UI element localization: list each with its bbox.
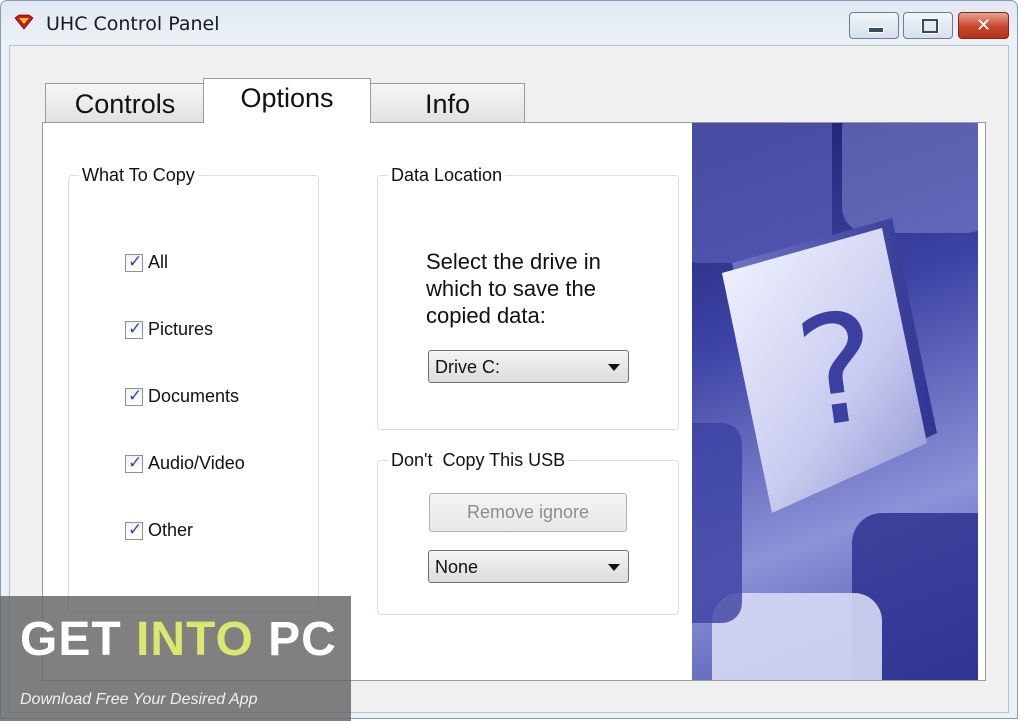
checkbox-documents-label[interactable]: Documents	[148, 386, 239, 407]
superman-shield-icon	[14, 14, 34, 30]
checkbox-documents-box[interactable]: ✓	[125, 386, 143, 406]
window-title: UHC Control Panel	[46, 13, 220, 35]
watermark-get: GET	[20, 613, 122, 666]
checkmark-icon: ✓	[128, 252, 143, 272]
dropdown-arrow-icon[interactable]	[608, 364, 620, 371]
checkmark-icon: ✓	[128, 319, 143, 339]
title-bar[interactable]: UHC Control Panel ✕	[1, 1, 1017, 45]
maximize-icon	[922, 19, 938, 33]
checkbox-pictures-box[interactable]: ✓	[125, 319, 143, 339]
what-to-copy-title: What To Copy	[79, 165, 198, 186]
watermark-banner: GET INTO PC Download Free Your Desired A…	[0, 596, 351, 721]
remove-ignore-button[interactable]: Remove ignore	[429, 493, 627, 532]
minimize-button[interactable]	[849, 12, 899, 39]
checkbox-pictures-label[interactable]: Pictures	[148, 319, 213, 340]
usb-select[interactable]: None	[428, 550, 629, 583]
drive-select[interactable]: Drive C:	[428, 350, 629, 383]
dont-copy-usb-title: Don't Copy This USB	[388, 450, 569, 471]
checkbox-other-box[interactable]: ✓	[125, 520, 143, 540]
watermark-logo: GET INTO PC	[20, 612, 337, 667]
data-location-title: Data Location	[388, 165, 506, 186]
watermark-into: INTO	[136, 613, 254, 666]
dont-copy-usb-group: Don't Copy This USB Remove ignore None	[377, 450, 679, 615]
drive-select-value: Drive C:	[435, 357, 501, 377]
usb-select-value: None	[435, 557, 479, 577]
watermark-tagline: Download Free Your Desired App	[20, 691, 258, 708]
tab-info[interactable]: Info	[370, 83, 525, 123]
checkbox-audio-video-box[interactable]: ✓	[125, 453, 143, 473]
dropdown-arrow-icon[interactable]	[608, 564, 620, 571]
data-location-description: Select the drive in which to save the co…	[426, 249, 601, 328]
question-mark-key-icon: ?	[692, 123, 978, 680]
checkmark-icon: ✓	[128, 520, 143, 540]
minimize-icon	[868, 27, 884, 33]
checkmark-icon: ✓	[128, 453, 143, 473]
checkbox-all-box[interactable]: ✓	[125, 252, 143, 272]
checkbox-all-label[interactable]: All	[148, 252, 168, 273]
checkbox-audio-video-label[interactable]: Audio/Video	[148, 453, 245, 474]
maximize-button[interactable]	[903, 12, 953, 39]
watermark-pc: PC	[268, 613, 337, 666]
help-key-image: ?	[692, 123, 978, 680]
checkbox-other-label[interactable]: Other	[148, 520, 193, 541]
tab-controls[interactable]: Controls	[45, 83, 205, 123]
close-icon: ✕	[975, 15, 992, 36]
tab-options[interactable]: Options	[203, 78, 371, 123]
close-button[interactable]: ✕	[958, 12, 1009, 39]
checkmark-icon: ✓	[128, 386, 143, 406]
what-to-copy-group: What To Copy ✓ All ✓ Pictures ✓ Document…	[68, 165, 319, 613]
data-location-group: Data Location Select the drive in which …	[377, 165, 679, 430]
